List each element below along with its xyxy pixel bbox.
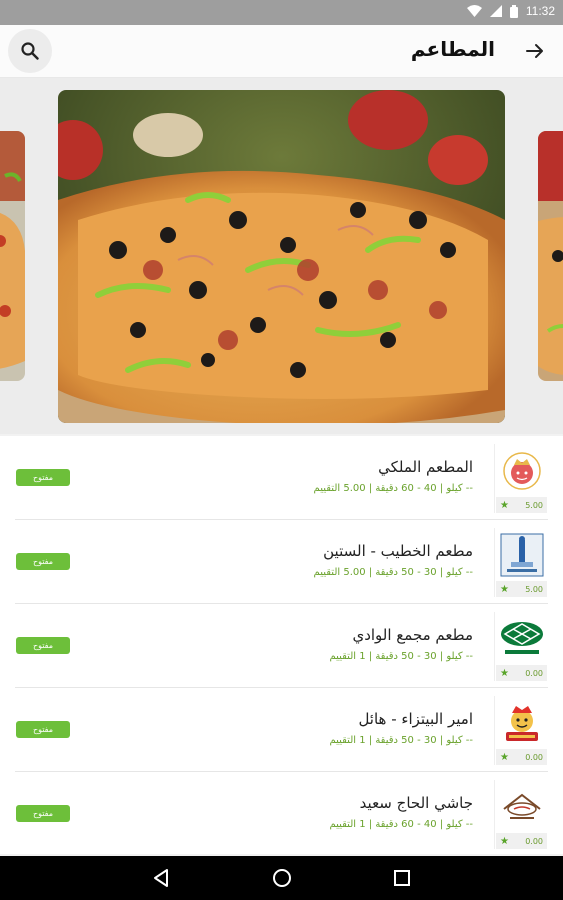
rating-value: 5.00 — [525, 584, 543, 594]
rating-pill: ★ 0.00 — [496, 833, 547, 849]
restaurant-row[interactable]: ★ 0.00 مطعم مجمع الوادي -- كيلو | 30 - 5… — [0, 604, 563, 688]
restaurant-logo: ★ 5.00 — [494, 444, 548, 513]
rating-value: 0.00 — [525, 836, 543, 846]
restaurant-name: مطعم مجمع الوادي — [352, 626, 473, 644]
alkhatib-logo — [500, 533, 543, 577]
restaurant-name: مطعم الخطيب - الستين — [323, 542, 473, 560]
carousel-slide-main[interactable] — [58, 90, 505, 423]
status-icons: 11:32 — [466, 4, 555, 18]
status-badge: مفتوح — [16, 553, 70, 570]
restaurant-name: جاشي الحاج سعيد — [359, 794, 473, 812]
restaurant-meta: -- كيلو | 30 - 50 دقيقة | 5.00 التقييم — [313, 567, 473, 578]
restaurant-logo: ★ 5.00 — [494, 528, 548, 597]
restaurant-row[interactable]: ★ 0.00 امير البيتزاء - هائل -- كيلو | 30… — [0, 688, 563, 772]
pizza-photo-left — [0, 131, 25, 381]
recents-square-icon[interactable] — [391, 867, 413, 889]
restaurant-list: ★ 5.00 المطعم الملكي -- كيلو | 40 - 60 د… — [0, 436, 563, 854]
status-badge: مفتوح — [16, 805, 70, 822]
page-title: المطاعم — [410, 37, 495, 61]
restaurant-row[interactable]: ★ 5.00 المطعم الملكي -- كيلو | 40 - 60 د… — [0, 436, 563, 520]
royal-chef-logo — [502, 452, 541, 490]
pizza-photo-right — [538, 131, 563, 381]
carousel-slide-left[interactable] — [0, 131, 25, 381]
battery-icon — [509, 4, 518, 18]
jashi-logo — [502, 793, 541, 819]
rating-value: 0.00 — [525, 752, 543, 762]
restaurant-name: المطعم الملكي — [378, 458, 473, 476]
restaurant-meta: -- كيلو | 30 - 50 دقيقة | 1 التقييم — [329, 735, 473, 746]
status-time: 11:32 — [525, 4, 555, 18]
restaurant-meta: -- كيلو | 40 - 60 دقيقة | 5.00 التقييم — [313, 483, 473, 494]
restaurant-logo: ★ 0.00 — [494, 696, 548, 765]
system-nav-bar — [0, 856, 563, 900]
wifi-icon — [466, 5, 482, 17]
status-badge: مفتوح — [16, 637, 70, 654]
search-button[interactable] — [8, 29, 52, 73]
arrow-right-icon[interactable] — [523, 39, 547, 63]
home-circle-icon[interactable] — [271, 867, 293, 889]
status-bar: 11:32 — [0, 0, 563, 25]
rating-value: 5.00 — [525, 500, 543, 510]
restaurant-row[interactable]: ★ 5.00 مطعم الخطيب - الستين -- كيلو | 30… — [0, 520, 563, 604]
status-badge: مفتوح — [16, 721, 70, 738]
alwadi-logo — [500, 622, 543, 654]
search-icon — [21, 42, 39, 60]
rating-pill: ★ 5.00 — [496, 581, 547, 597]
restaurant-meta: -- كيلو | 30 - 50 دقيقة | 1 التقييم — [329, 651, 473, 662]
back-triangle-icon[interactable] — [150, 867, 172, 889]
pizza-photo-main — [58, 90, 505, 423]
rating-pill: ★ 5.00 — [496, 497, 547, 513]
rating-pill: ★ 0.00 — [496, 749, 547, 765]
star-icon: ★ — [500, 499, 509, 511]
restaurant-meta: -- كيلو | 40 - 60 دقيقة | 1 التقييم — [329, 819, 473, 830]
status-badge: مفتوح — [16, 469, 70, 486]
carousel-slide-right[interactable] — [538, 131, 563, 381]
pizza-prince-logo — [505, 706, 538, 741]
rating-value: 0.00 — [525, 668, 543, 678]
restaurant-logo: ★ 0.00 — [494, 780, 548, 849]
star-icon: ★ — [500, 583, 509, 595]
signal-icon — [489, 5, 502, 17]
restaurant-row[interactable]: ★ 0.00 جاشي الحاج سعيد -- كيلو | 40 - 60… — [0, 772, 563, 856]
restaurant-name: امير البيتزاء - هائل — [358, 710, 473, 728]
star-icon: ★ — [500, 667, 509, 679]
restaurant-logo: ★ 0.00 — [494, 612, 548, 681]
app-bar: المطاعم — [0, 25, 563, 78]
rating-pill: ★ 0.00 — [496, 665, 547, 681]
star-icon: ★ — [500, 835, 509, 847]
star-icon: ★ — [500, 751, 509, 763]
promo-carousel[interactable] — [0, 78, 563, 434]
